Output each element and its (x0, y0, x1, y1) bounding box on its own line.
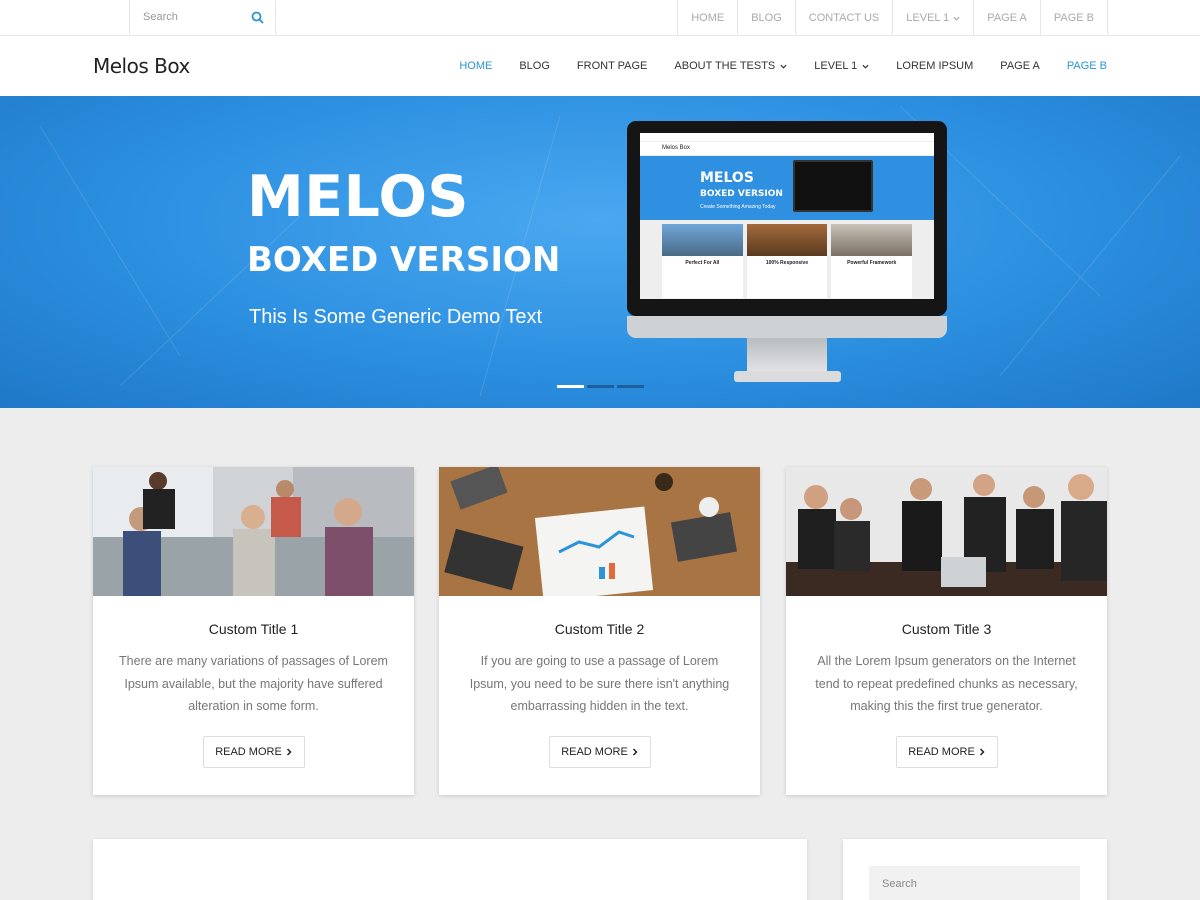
top-nav-home[interactable]: HOME (677, 0, 737, 36)
top-search-input[interactable] (143, 0, 253, 34)
nav-level-1[interactable]: LEVEL 1 (814, 60, 869, 72)
chevron-right-icon (286, 748, 292, 756)
slider-dot[interactable] (557, 385, 584, 388)
nav-blog[interactable]: BLOG (519, 60, 550, 72)
nav-home[interactable]: HOME (459, 60, 492, 72)
mockup-card-title: Perfect For All (685, 260, 720, 266)
hero-slider: MELOS BOXED VERSION This Is Some Generic… (0, 96, 1200, 408)
mockup-hero: MELOS BOXED VERSION Create Something Ama… (640, 156, 934, 220)
nav-page-a[interactable]: PAGE A (1000, 60, 1040, 72)
feature-card: Custom Title 1 There are many variations… (93, 467, 414, 795)
sidebar-widget (843, 839, 1107, 900)
chevron-down-icon (780, 64, 787, 69)
nav-about-the-tests[interactable]: ABOUT THE TESTS (674, 60, 787, 72)
main-content-box (93, 839, 807, 900)
monitor-base (734, 371, 841, 382)
top-bar: HOME BLOG CONTACT US LEVEL 1 PAGE A PAGE… (0, 0, 1200, 36)
monitor-mockup-image: Melos Box MELOS BOXED VERSION Create Som… (627, 121, 947, 383)
slider-dots (557, 385, 644, 388)
site-logo[interactable]: Melos Box (93, 54, 190, 78)
slider-dot[interactable] (617, 385, 644, 388)
hero-texture (39, 105, 1181, 397)
mockup-card-title: Powerful Framework (847, 260, 897, 266)
card-title: Custom Title 3 (901, 621, 992, 637)
monitor-screen: Melos Box MELOS BOXED VERSION Create Som… (640, 133, 934, 299)
top-search (129, 0, 276, 36)
mockup-title: MELOS (700, 170, 754, 186)
card-title: Custom Title 2 (554, 621, 645, 637)
top-nav-page-b[interactable]: PAGE B (1039, 0, 1108, 36)
mockup-card-image (662, 224, 743, 256)
site-header: Melos Box HOME BLOG FRONT PAGE ABOUT THE… (0, 36, 1200, 96)
mockup-card: Powerful Framework (831, 224, 913, 298)
nav-page-b[interactable]: PAGE B (1067, 60, 1107, 72)
mockup-monitor (793, 160, 873, 212)
hero-title: MELOS (247, 164, 469, 230)
card-image (786, 467, 1107, 596)
mockup-header: Melos Box (640, 142, 934, 156)
slider-dot[interactable] (587, 385, 614, 388)
card-image (439, 467, 760, 596)
search-icon[interactable] (251, 11, 264, 24)
mockup-cards: Perfect For All 100% Responsive Powerful… (640, 220, 934, 299)
read-more-button[interactable]: READ MORE (895, 736, 998, 768)
nav-front-page[interactable]: FRONT PAGE (577, 60, 648, 72)
mockup-topbar (640, 133, 934, 142)
top-nav-level-1[interactable]: LEVEL 1 (892, 0, 973, 36)
main-nav: HOME BLOG FRONT PAGE ABOUT THE TESTS LEV… (459, 36, 1107, 96)
read-more-button[interactable]: READ MORE (202, 736, 305, 768)
top-nav-page-a[interactable]: PAGE A (973, 0, 1040, 36)
mockup-card: Perfect For All (662, 224, 743, 298)
monitor-chin (627, 316, 947, 338)
top-nav-contact-us[interactable]: CONTACT US (794, 0, 893, 36)
top-nav-blog[interactable]: BLOG (737, 0, 795, 36)
top-nav: HOME BLOG CONTACT US LEVEL 1 PAGE A PAGE… (677, 0, 1108, 36)
chevron-down-icon (953, 16, 960, 21)
feature-card: Custom Title 3 All the Lorem Ipsum gener… (786, 467, 1107, 795)
mockup-card-title: 100% Responsive (765, 260, 809, 266)
card-text: All the Lorem Ipsum generators on the In… (815, 654, 1078, 713)
card-title: Custom Title 1 (208, 621, 299, 637)
feature-card: Custom Title 2 If you are going to use a… (439, 467, 760, 795)
chevron-right-icon (632, 748, 638, 756)
mockup-logo: Melos Box (662, 145, 691, 151)
chevron-right-icon (979, 748, 985, 756)
mockup-card-image (746, 224, 828, 256)
hero-text: This Is Some Generic Demo Text (249, 306, 543, 328)
sidebar-search-input[interactable] (869, 866, 1080, 900)
mockup-subtitle: BOXED VERSION (700, 189, 783, 199)
chevron-down-icon (862, 64, 869, 69)
nav-lorem-ipsum[interactable]: LOREM IPSUM (896, 60, 973, 72)
card-text: If you are going to use a passage of Lor… (469, 654, 730, 713)
card-text: There are many variations of passages of… (119, 654, 388, 713)
hero-subtitle: BOXED VERSION (247, 240, 561, 280)
mockup-text: Create Something Amazing Today (700, 204, 776, 210)
mockup-card-image (831, 224, 913, 256)
monitor-stand (747, 338, 827, 373)
mockup-card: 100% Responsive (746, 224, 828, 298)
read-more-button[interactable]: READ MORE (548, 736, 651, 768)
card-image (93, 467, 414, 596)
